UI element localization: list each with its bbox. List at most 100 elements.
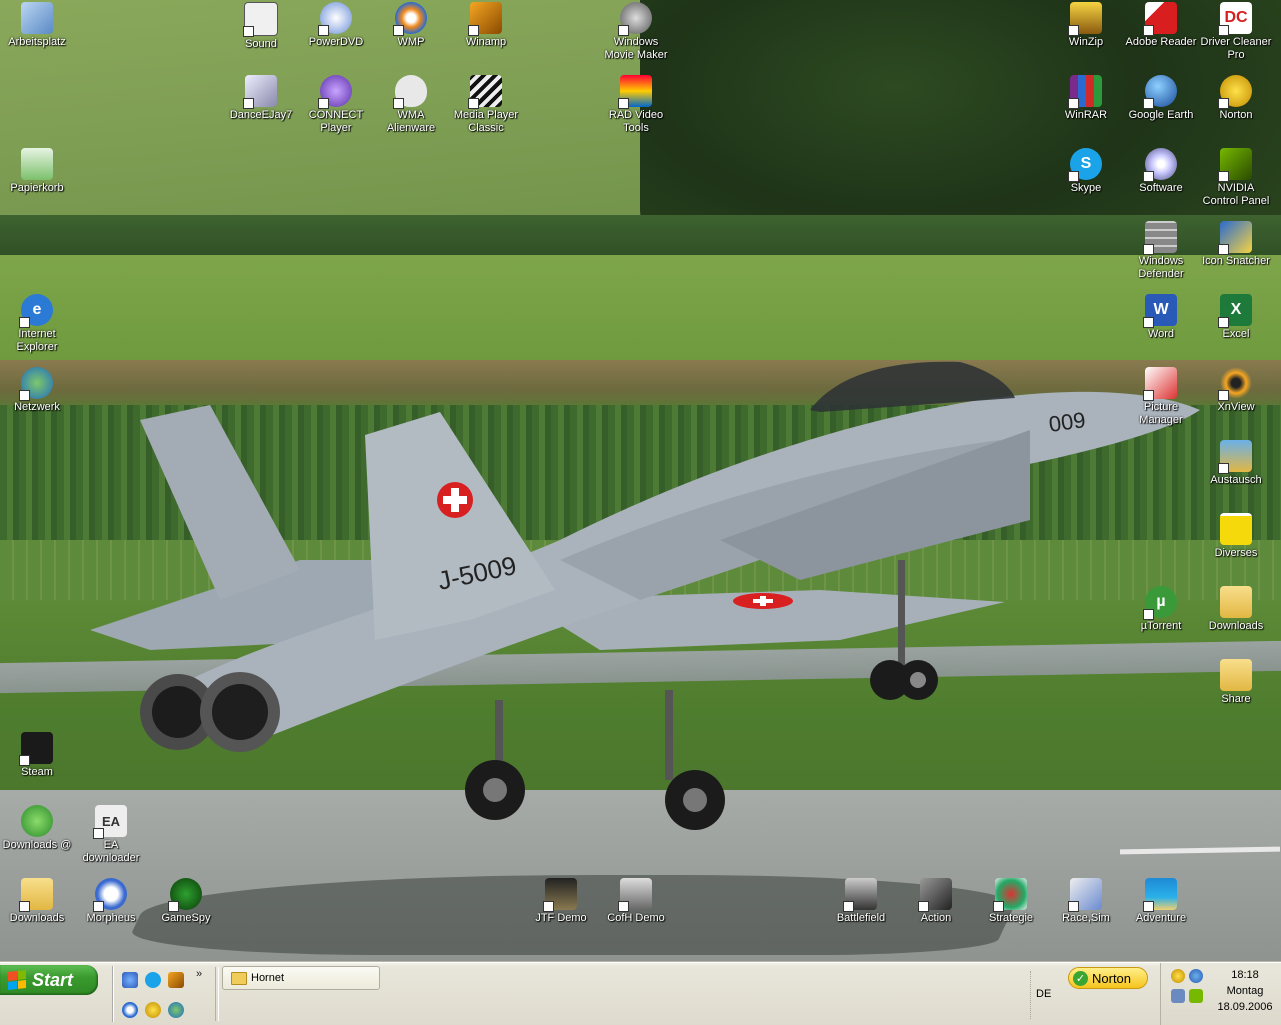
fighter-jet-image: J-5009 009 <box>90 361 1200 830</box>
bart-simpson-icon <box>1220 513 1252 545</box>
desktop-icon-gamespy[interactable]: GameSpy <box>149 878 223 925</box>
icon-label: Battlefield <box>836 912 886 924</box>
icon-label: Excel <box>1222 328 1250 340</box>
quick-launch: » <box>112 966 212 1022</box>
desktop-icon-share[interactable]: Share <box>1199 659 1273 706</box>
desktop-icon-wmp[interactable]: WMP <box>374 2 448 49</box>
desktop-icon-jtf-demo[interactable]: JTF Demo <box>524 878 598 925</box>
xnview-eye-icon <box>1218 367 1252 401</box>
icon-label: Race,Sim <box>1062 912 1110 924</box>
start-button[interactable]: Start <box>0 965 98 995</box>
desktop-icon-nvidia-control-panel[interactable]: NVIDIA Control Panel <box>1199 148 1273 208</box>
danceejay-icon <box>243 75 277 109</box>
desktop-icon-google-earth[interactable]: Google Earth <box>1124 75 1198 122</box>
norton-tray-icon[interactable] <box>1171 969 1185 983</box>
desktop-icon-windows-defender[interactable]: Windows Defender <box>1124 221 1198 281</box>
icon-label: Downloads <box>9 912 65 924</box>
desktop-icon-driver-cleaner-pro[interactable]: DC Driver Cleaner Pro <box>1199 2 1273 62</box>
desktop-icon-adobe-reader[interactable]: Adobe Reader <box>1124 2 1198 49</box>
nvidia-tray-icon[interactable] <box>1189 989 1203 1003</box>
desktop-icon-norton[interactable]: Norton <box>1199 75 1273 122</box>
desktop-icon-action[interactable]: Action <box>899 878 973 925</box>
desktop-icon-battlefield[interactable]: Battlefield <box>824 878 898 925</box>
desktop-icon-adventure[interactable]: Adventure <box>1124 878 1198 925</box>
desktop-icon-powerdvd[interactable]: PowerDVD <box>299 2 373 49</box>
norton-icon[interactable] <box>145 1002 161 1018</box>
folder-icon <box>231 971 247 985</box>
desktop-icon-xnview[interactable]: XnView <box>1199 367 1273 414</box>
powerdvd-icon <box>318 2 352 36</box>
earth-globe-icon <box>1143 75 1177 109</box>
desktop-icon-word[interactable]: W Word <box>1124 294 1198 341</box>
icon-label: Strategie <box>988 912 1034 924</box>
desktop-icon-icon-snatcher[interactable]: Icon Snatcher <box>1199 221 1273 268</box>
desktop-icon-connect-player[interactable]: CONNECT Player <box>299 75 373 135</box>
desktop-icon-netzwerk[interactable]: Netzwerk <box>0 367 74 414</box>
desktop-icon-picture-manager[interactable]: Picture Manager <box>1124 367 1198 427</box>
desktop-icon-steam[interactable]: Steam <box>0 732 74 779</box>
desktop-icon-ea-downloader[interactable]: EA EA downloader <box>74 805 148 865</box>
desktop-icon-papierkorb[interactable]: Papierkorb <box>0 148 74 195</box>
icon-label: WinZip <box>1068 36 1104 48</box>
desktop-icon-internet-explorer[interactable]: e Internet Explorer <box>0 294 74 354</box>
desktop-icon-excel[interactable]: X Excel <box>1199 294 1273 341</box>
outlook-icon[interactable] <box>122 972 138 988</box>
desktop-icon-media-player-classic[interactable]: Media Player Classic <box>449 75 523 135</box>
icon-label: Adobe Reader <box>1125 36 1197 48</box>
skype-icon[interactable] <box>145 972 161 988</box>
jet-icon <box>1068 878 1102 912</box>
icon-label: Software <box>1139 182 1183 194</box>
desktop-icon-winamp[interactable]: Winamp <box>449 2 523 49</box>
desktop-icon-arbeitsplatz[interactable]: Arbeitsplatz <box>0 2 74 49</box>
taskbar-window-button[interactable]: Hornet <box>222 966 380 990</box>
desktop-icon-cofh-demo[interactable]: CofH Demo <box>599 878 673 925</box>
jtf-icon <box>543 878 577 912</box>
desktop-icon-rad-video-tools[interactable]: RAD Video Tools <box>599 75 673 135</box>
desktop-icon-downloads[interactable]: Downloads <box>0 878 74 925</box>
media-player-icon[interactable] <box>122 1002 138 1018</box>
icon-label: Papierkorb <box>10 182 64 194</box>
desktop-icon-strategie[interactable]: Strategie <box>974 878 1048 925</box>
clock[interactable]: 18:18 Montag 18.09.2006 <box>1209 967 1281 1015</box>
network-icon[interactable] <box>168 1002 184 1018</box>
nose-number: 009 <box>1047 407 1087 437</box>
desktop-icon-downloads-at[interactable]: Downloads @ <box>0 805 74 852</box>
folder-icon <box>1220 586 1252 618</box>
network-tray-icon[interactable] <box>1189 969 1203 983</box>
norton-tray-button[interactable]: ✓ Norton <box>1068 967 1148 989</box>
desktop-icon-movie-maker[interactable]: Windows Movie Maker <box>599 2 673 62</box>
desktop-icon-downloads-right[interactable]: Downloads <box>1199 586 1273 633</box>
desktop-icon-winzip[interactable]: WinZip <box>1049 2 1123 49</box>
alien-head-icon <box>393 75 427 109</box>
desktop-icon-sound[interactable]: Sound <box>224 2 298 51</box>
morpheus-icon <box>93 878 127 912</box>
desktop-icon-race-sim[interactable]: Race,Sim <box>1049 878 1123 925</box>
icon-snatcher-icon <box>1218 221 1252 255</box>
icon-label: Diverses <box>1214 547 1258 559</box>
language-indicator[interactable]: DE <box>1036 988 1051 1000</box>
desktop-icon-software[interactable]: Software <box>1124 148 1198 195</box>
desktop-icon-skype[interactable]: S Skype <box>1049 148 1123 195</box>
desktop-icon-diverses[interactable]: Diverses <box>1199 513 1273 560</box>
desktop-icon-morpheus[interactable]: Morpheus <box>74 878 148 925</box>
clock-date: 18.09.2006 <box>1217 1001 1273 1013</box>
soldier-icon <box>843 878 877 912</box>
icon-label: NVIDIA Control Panel <box>1202 182 1270 207</box>
winamp-icon[interactable] <box>168 972 184 988</box>
icon-label: DanceEJay7 <box>229 109 293 121</box>
desktop-icon-winrar[interactable]: WinRAR <box>1049 75 1123 122</box>
norton-globe-icon <box>1218 75 1252 109</box>
defender-wall-icon <box>1143 221 1177 255</box>
icon-label: CofH Demo <box>607 912 665 924</box>
desktop-icon-wma-alienware[interactable]: WMA Alienware <box>374 75 448 135</box>
desktop-icon-utorrent[interactable]: µ µTorrent <box>1124 586 1198 633</box>
icon-label: Morpheus <box>86 912 136 924</box>
driver-cleaner-icon: DC <box>1218 2 1252 36</box>
speaker-icon[interactable] <box>1171 989 1185 1003</box>
desktop-icon-danceejay[interactable]: DanceEJay7 <box>224 75 298 122</box>
icon-label: Media Player Classic <box>453 109 519 134</box>
winamp-bolt-icon <box>468 2 502 36</box>
chevron-more-icon[interactable]: » <box>196 968 202 980</box>
download-arrow-icon <box>21 805 53 837</box>
desktop-icon-austausch[interactable]: Austausch <box>1199 440 1273 487</box>
